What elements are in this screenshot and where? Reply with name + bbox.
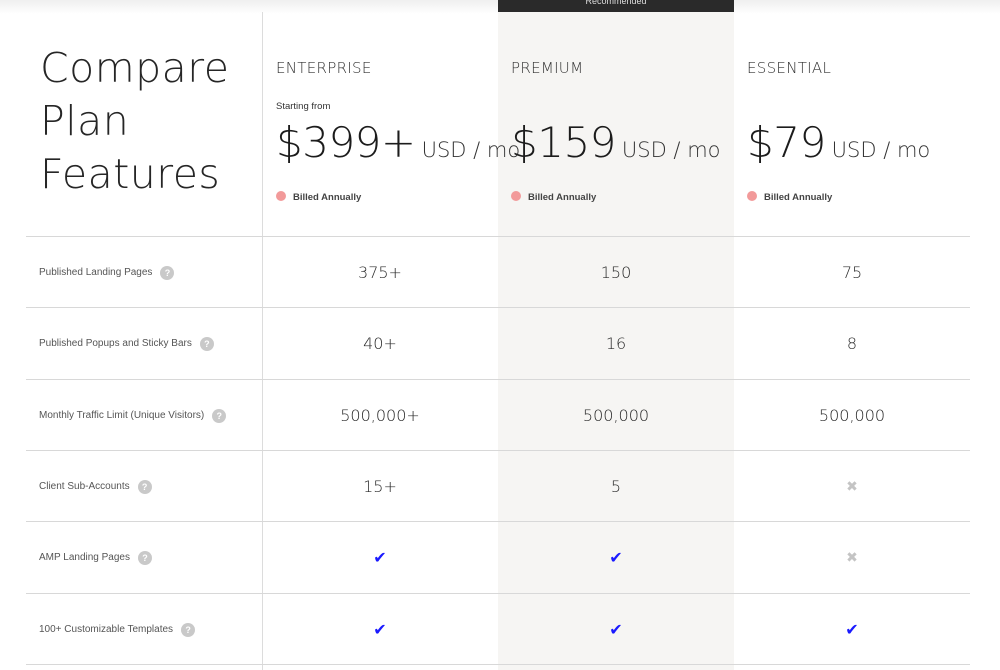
essential-value: 500,000 [818, 406, 886, 425]
help-icon[interactable]: ? [137, 479, 152, 494]
check-icon: ✔ [373, 548, 387, 567]
premium-value: 16 [605, 334, 627, 353]
help-icon[interactable]: ? [181, 622, 196, 637]
enterprise-value: 500,000+ [340, 406, 420, 425]
enterprise-value: 375+ [358, 263, 402, 282]
help-icon[interactable]: ? [138, 550, 152, 565]
enterprise-value: 15+ [363, 477, 397, 496]
billing-info: Billed Annually [511, 191, 597, 203]
help-icon[interactable]: ? [199, 336, 214, 351]
billing-dot-icon [511, 191, 521, 202]
recommended-tab: Recommended [498, 0, 734, 12]
feature-row: Published Popups and Sticky Bars? 40+ 16… [0, 308, 1000, 379]
check-icon: ✔ [373, 620, 387, 639]
x-icon: ✖ [846, 478, 858, 495]
feature-row: AMP Landing Pages? ✔ ✔ ✖ [0, 522, 1000, 593]
plan-price: $399+ USD / mo [276, 118, 520, 167]
essential-value: 75 [841, 263, 863, 282]
feature-row: 100+ Customizable Templates? ✔ ✔ ✔ [0, 594, 1000, 665]
essential-value: 8 [846, 334, 858, 353]
feature-label: Client Sub-Accounts? [39, 451, 152, 522]
title-line: Features [40, 150, 221, 198]
x-icon: ✖ [846, 549, 858, 566]
page-title: Compare Plan Features [40, 42, 229, 201]
billing-label: Billed Annually [293, 192, 362, 203]
plan-name: PREMIUM [511, 59, 584, 77]
feature-label: 100+ Customizable Templates? [39, 594, 196, 665]
check-icon: ✔ [845, 620, 859, 639]
price-amount: $159 [511, 118, 616, 167]
price-unit: USD / mo [421, 138, 521, 162]
plan-name: ESSENTIAL [747, 59, 832, 77]
billing-label: Billed Annually [528, 192, 597, 203]
premium-value: 150 [600, 263, 632, 282]
feature-label: Published Landing Pages? [39, 237, 175, 308]
price-unit: USD / mo [621, 138, 721, 162]
title-line: Compare [40, 44, 230, 92]
help-icon[interactable]: ? [212, 408, 227, 423]
billing-dot-icon [747, 191, 757, 202]
plan-price: $159 USD / mo [511, 118, 721, 167]
enterprise-value: 40+ [363, 334, 397, 353]
help-icon[interactable]: ? [160, 265, 175, 280]
feature-row: Monthly Traffic Limit (Unique Visitors)?… [0, 380, 1000, 451]
feature-row: Client Sub-Accounts? 15+ 5 ✖ [0, 451, 1000, 522]
billing-info: Billed Annually [276, 191, 362, 203]
premium-value: 500,000 [582, 406, 650, 425]
billing-dot-icon [276, 191, 286, 202]
feature-row: Published Landing Pages? 375+ 150 75 [0, 237, 1000, 308]
title-line: Plan [40, 97, 130, 145]
starting-from-label: Starting from [276, 101, 331, 112]
plan-name: ENTERPRISE [276, 59, 372, 77]
plan-price: $79 USD / mo [747, 118, 930, 167]
feature-label: Monthly Traffic Limit (Unique Visitors)? [39, 380, 227, 451]
billing-info: Billed Annually [747, 191, 833, 203]
feature-label: Published Popups and Sticky Bars? [39, 308, 214, 379]
premium-value: 5 [610, 477, 622, 496]
check-icon: ✔ [609, 548, 623, 567]
billing-label: Billed Annually [764, 192, 833, 203]
price-unit: USD / mo [831, 138, 931, 162]
check-icon: ✔ [609, 620, 623, 639]
feature-label: AMP Landing Pages? [39, 522, 152, 593]
price-amount: $79 [747, 118, 826, 167]
price-amount: $399+ [276, 118, 416, 167]
